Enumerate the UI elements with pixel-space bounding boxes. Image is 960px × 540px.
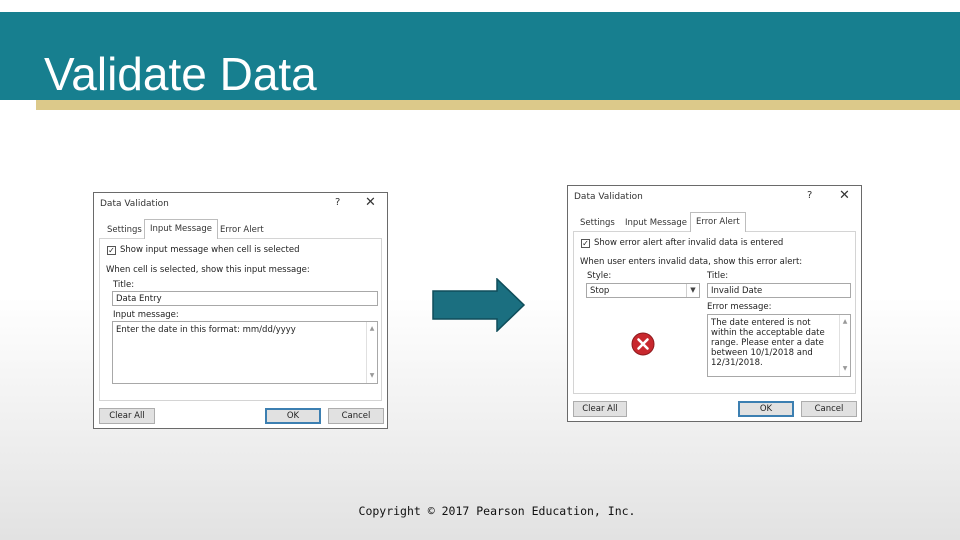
scroll-up-icon[interactable]: ▲ — [367, 324, 377, 334]
ok-button[interactable]: OK — [265, 408, 321, 424]
tab-panel: ✓ Show input message when cell is select… — [99, 238, 382, 401]
tab-panel: ✓ Show error alert after invalid data is… — [573, 231, 856, 394]
title-label: Title: — [113, 280, 135, 290]
scroll-down-icon[interactable]: ▼ — [367, 371, 377, 381]
dialog-header: Data Validation ? ✕ — [568, 186, 861, 208]
error-message-label: Error message: — [707, 302, 772, 312]
copyright-footer: Copyright © 2017 Pearson Education, Inc. — [358, 504, 636, 518]
tab-settings[interactable]: Settings — [102, 221, 147, 239]
tab-input-message[interactable]: Input Message — [620, 214, 692, 232]
textarea-scrollbar[interactable]: ▲ ▼ — [839, 315, 850, 376]
show-input-message-checkbox[interactable]: ✓ — [107, 246, 116, 255]
help-button[interactable]: ? — [807, 190, 812, 201]
title-input[interactable]: Data Entry — [112, 291, 378, 306]
title-underline — [36, 100, 960, 110]
input-message-text: Enter the date in this format: mm/dd/yyy… — [116, 325, 296, 335]
dialog-title: Data Validation — [574, 192, 643, 202]
slide-title: Validate Data — [44, 48, 317, 100]
tab-error-alert[interactable]: Error Alert — [690, 212, 746, 232]
data-validation-dialog-error-alert: Data Validation ? ✕ Settings Input Messa… — [567, 185, 862, 422]
input-message-textarea[interactable]: Enter the date in this format: mm/dd/yyy… — [112, 321, 378, 384]
style-select-value: Stop — [590, 286, 610, 296]
show-error-alert-checkbox[interactable]: ✓ — [581, 239, 590, 248]
checkbox-label: Show input message when cell is selected — [120, 245, 300, 255]
tab-settings[interactable]: Settings — [575, 214, 620, 232]
close-button[interactable]: ✕ — [839, 188, 850, 203]
dialog-title: Data Validation — [100, 199, 169, 209]
cancel-button[interactable]: Cancel — [801, 401, 857, 417]
tab-error-alert[interactable]: Error Alert — [215, 221, 269, 239]
help-button[interactable]: ? — [335, 197, 340, 208]
title-label: Title: — [707, 271, 729, 281]
textarea-scrollbar[interactable]: ▲ ▼ — [366, 322, 377, 383]
dialog-header: Data Validation ? ✕ — [94, 193, 387, 215]
title-input[interactable]: Invalid Date — [707, 283, 851, 298]
scroll-down-icon[interactable]: ▼ — [840, 364, 850, 374]
style-select[interactable]: Stop ▼ — [586, 283, 700, 298]
error-message-text: The date entered is not within the accep… — [711, 318, 825, 368]
scroll-up-icon[interactable]: ▲ — [840, 317, 850, 327]
clear-all-button[interactable]: Clear All — [573, 401, 627, 417]
checkbox-label: Show error alert after invalid data is e… — [594, 238, 784, 248]
section-label: When user enters invalid data, show this… — [580, 257, 803, 267]
chevron-down-icon[interactable]: ▼ — [686, 284, 699, 297]
clear-all-button[interactable]: Clear All — [99, 408, 155, 424]
close-button[interactable]: ✕ — [365, 195, 376, 210]
input-message-label: Input message: — [113, 310, 179, 320]
stop-error-icon — [631, 332, 655, 356]
cancel-button[interactable]: Cancel — [328, 408, 384, 424]
ok-button[interactable]: OK — [738, 401, 794, 417]
tab-input-message[interactable]: Input Message — [144, 219, 218, 239]
section-label: When cell is selected, show this input m… — [106, 265, 310, 275]
error-message-textarea[interactable]: The date entered is not within the accep… — [707, 314, 851, 377]
data-validation-dialog-input-message: Data Validation ? ✕ Settings Input Messa… — [93, 192, 388, 429]
style-label: Style: — [587, 271, 612, 281]
right-arrow-icon — [432, 278, 526, 332]
